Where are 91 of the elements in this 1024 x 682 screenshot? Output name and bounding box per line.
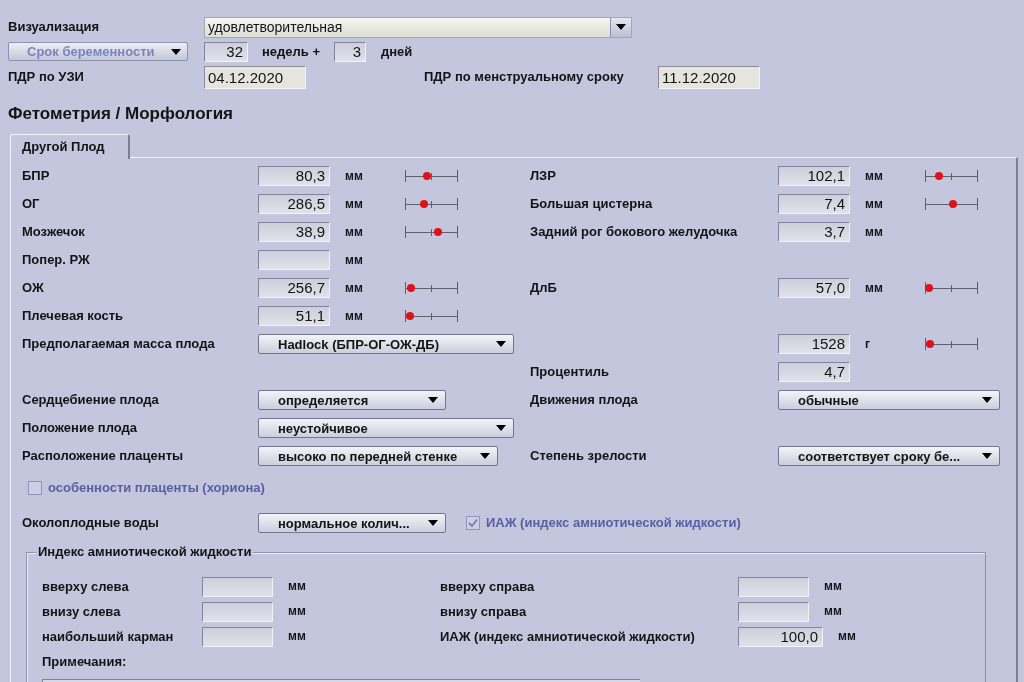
days-label: дней [381,43,413,60]
dropdown[interactable]: определяется [258,390,446,410]
field-label: БПР [22,168,50,184]
field-label: Степень зрелости [530,448,647,464]
caret-icon [982,397,992,403]
measurement-field[interactable]: 256,7 [258,278,330,298]
measurement-field[interactable] [202,576,273,597]
measurement-field[interactable]: 7,4 [778,194,850,214]
measurement-field[interactable]: 100,0 [738,626,823,647]
field-label: Плечевая кость [22,308,124,324]
dropdown[interactable]: нормальное колич... [258,513,446,533]
measurement-field[interactable] [738,601,809,622]
unit-label: мм [345,280,363,296]
due-date-field[interactable]: 11.12.2020 [658,65,760,89]
caret-icon [171,48,181,55]
due-date-label: ПДР по менструальному сроку [424,69,624,85]
weeks-field[interactable]: 32 [204,41,248,62]
field-label: ОГ [22,196,40,212]
visualization-label: Визуализация [8,19,100,35]
field-label: Положение плода [22,420,137,436]
measurement-field[interactable]: 51,1 [258,306,330,326]
field-label: внизу справа [440,603,527,620]
unit-label: мм [345,308,363,324]
field-label: вверху слева [42,578,129,595]
group-title: Индекс амниотической жидкости [36,544,254,560]
visualization-dropdown[interactable]: удовлетворительная [204,16,632,38]
measurement-field[interactable]: 4,7 [778,362,850,382]
unit-label: мм [345,252,363,268]
caret-icon [480,453,490,459]
unit-label: г [865,336,870,352]
dropdown[interactable]: неустойчивое [258,418,514,438]
measurement-field[interactable]: 38,9 [258,222,330,242]
unit-label: мм [345,168,363,184]
field-label: Процентиль [530,364,609,380]
field-label: Движения плода [530,392,638,408]
field-label: Расположение плаценты [22,448,184,464]
measurement-field[interactable]: 57,0 [778,278,850,298]
weeks-label: недель + [262,43,321,60]
measurement-field[interactable] [202,626,273,647]
notes-label: Примечания: [42,654,127,670]
field-label: наибольший карман [42,628,174,645]
field-label: внизу слева [42,603,121,620]
dropdown[interactable]: высоко по передней стенке [258,446,498,466]
unit-label: мм [824,604,842,619]
unit-label: мм [288,604,306,619]
caret-icon [982,453,992,459]
unit-label: мм [838,629,856,644]
measurement-field[interactable]: 80,3 [258,166,330,186]
unit-label: мм [345,196,363,212]
field-label: вверху справа [440,578,535,595]
field-label: ДлБ [530,280,557,296]
unit-label: мм [288,629,306,644]
measurement-field[interactable]: 286,5 [258,194,330,214]
days-field[interactable]: 3 [334,41,366,62]
unit-label: мм [865,280,883,296]
caret-icon [616,24,626,30]
field-label: ЛЗР [530,168,556,184]
unit-label: мм [288,579,306,594]
field-label: Околоплодные воды [22,515,159,531]
notes-field[interactable] [42,679,640,682]
unit-label: мм [345,224,363,240]
measurement-field[interactable]: 102,1 [778,166,850,186]
measurement-field[interactable] [738,576,809,597]
dropdown[interactable]: обычные [778,390,1000,410]
measurement-field[interactable] [258,250,330,270]
field-label: Мозжечок [22,224,85,240]
field-label: Предполагаемая масса плода [22,336,215,352]
caret-icon [428,520,438,526]
field-label: Сердцебиение плода [22,392,159,408]
unit-label: мм [824,579,842,594]
measurement-field[interactable]: 3,7 [778,222,850,242]
dropdown-button[interactable] [610,17,631,37]
dropdown[interactable]: соответствует сроку бе... [778,446,1000,466]
tab[interactable]: Другой Плод [10,134,130,159]
caret-icon [428,397,438,403]
due-date-field[interactable]: 04.12.2020 [204,65,306,89]
caret-icon [496,341,506,347]
unit-label: мм [865,224,883,240]
section-title: Фетометрия / Морфология [7,104,233,124]
field-label: Задний рог бокового желудочка [530,224,738,240]
field-label: ИАЖ (индекс амниотической жидкости) [440,628,695,645]
unit-label: мм [865,168,883,184]
measurement-field[interactable] [202,601,273,622]
caret-icon [496,425,506,431]
measurement-field[interactable]: 1528 [778,334,850,354]
field-label: ОЖ [22,280,44,296]
field-label: Попер. РЖ [22,252,90,268]
unit-label: мм [865,196,883,212]
due-date-label: ПДР по УЗИ [8,69,84,85]
dropdown[interactable]: Hadlock (БПР-ОГ-ОЖ-ДБ) [258,334,514,354]
field-label: Большая цистерна [530,196,653,212]
